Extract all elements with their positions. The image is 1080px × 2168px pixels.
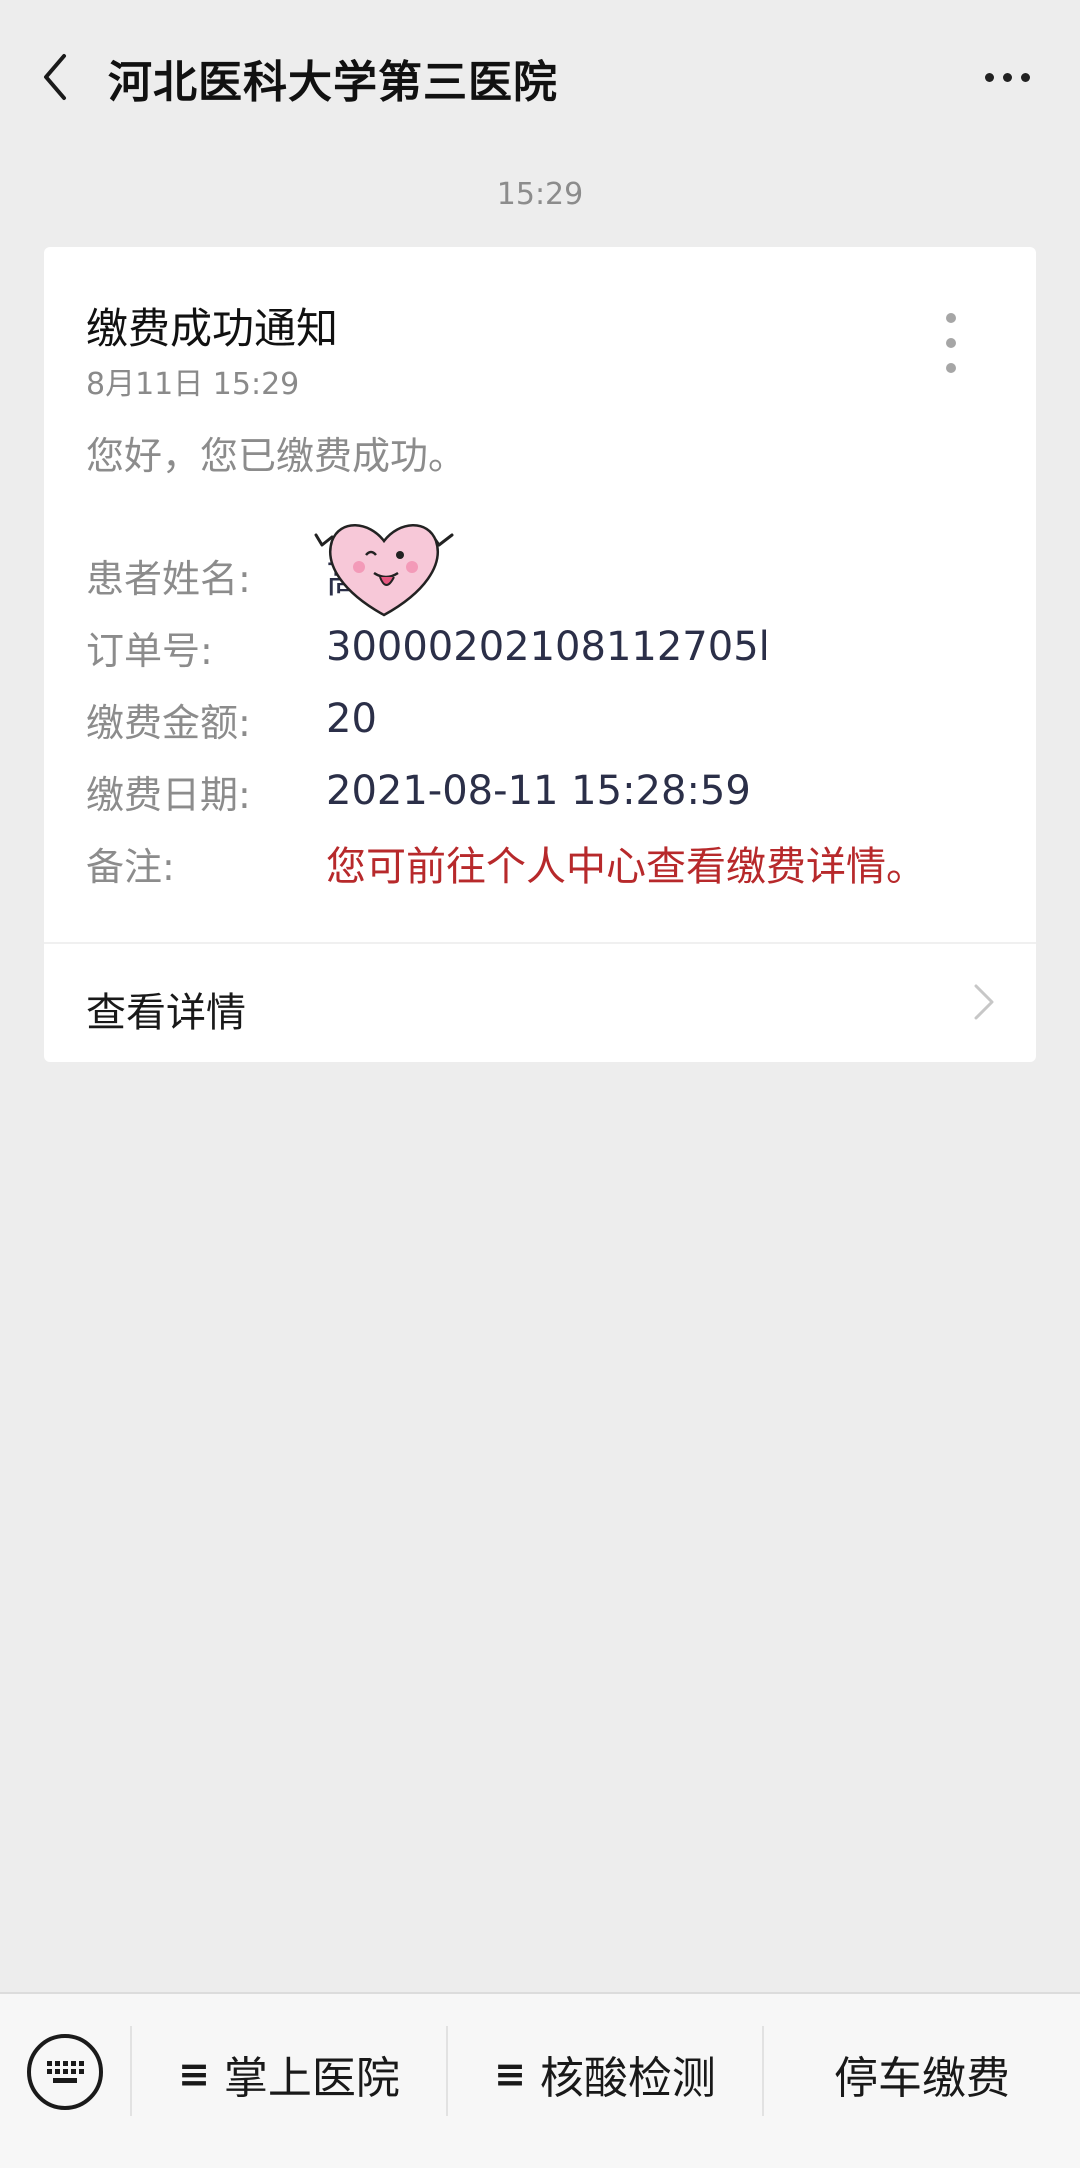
field-amount: 缴费金额: 20: [86, 691, 377, 747]
menu-item-parking-payment[interactable]: 停车缴费: [764, 2034, 1080, 2114]
more-dots-icon: [1002, 72, 1012, 82]
view-details-link[interactable]: 查看详情: [44, 944, 1036, 1062]
more-dots-icon: [984, 72, 994, 82]
field-label: 订单号:: [86, 628, 213, 673]
chat-window: 河北医科大学第三医院 15:29 缴费成功通知 8月11日 15:29 您好，您…: [0, 0, 1080, 2168]
field-label: 备注:: [86, 844, 175, 889]
menu-item-palm-hospital[interactable]: ≡ 掌上医院: [132, 2034, 446, 2114]
greeting-text: 您好，您已缴费成功。: [86, 434, 467, 478]
field-value: 20: [326, 696, 377, 742]
field-value: 2021-08-11 15:28:59: [326, 768, 751, 814]
menu-list-icon: ≡: [494, 2052, 526, 2096]
chevron-right-icon: [974, 984, 994, 1020]
header-bar: 河北医科大学第三医院: [0, 0, 1080, 150]
card-date: 8月11日 15:29: [86, 367, 300, 402]
field-label: 患者姓名:: [86, 556, 251, 601]
heart-sticker-icon: [314, 524, 454, 617]
more-button[interactable]: [972, 55, 1042, 99]
card-menu-button[interactable]: [936, 313, 966, 373]
field-label: 缴费日期:: [86, 772, 251, 817]
field-date: 缴费日期: 2021-08-11 15:28:59: [86, 763, 751, 819]
field-label: 缴费金额:: [86, 700, 251, 745]
message-timestamp: 15:29: [496, 177, 584, 212]
view-details-label: 查看详情: [86, 990, 246, 1036]
menu-item-label: 停车缴费: [834, 2053, 1010, 2104]
vertical-dots-icon: [946, 363, 956, 373]
field-value: 您可前往个人中心查看缴费详情。: [326, 844, 926, 890]
menu-item-label: 核酸检测: [539, 2053, 716, 2104]
menu-item-nucleic-test[interactable]: ≡ 核酸检测: [448, 2034, 762, 2114]
menu-list-icon: ≡: [178, 2052, 210, 2096]
page-title: 河北医科大学第三医院: [108, 57, 558, 108]
field-order-number: 订单号: 30000202108112705l: [86, 619, 770, 675]
keyboard-toggle-button[interactable]: [27, 2034, 103, 2110]
vertical-dots-icon: [946, 338, 956, 348]
notification-card: 缴费成功通知 8月11日 15:29 您好，您已缴费成功。 患者姓名: 高 飞 …: [44, 247, 1036, 1062]
field-value: 30000202108112705l: [326, 624, 770, 670]
menu-item-label: 掌上医院: [223, 2053, 400, 2104]
field-remark: 备注: 您可前往个人中心查看缴费详情。: [86, 835, 926, 891]
keyboard-icon: [47, 2061, 84, 2083]
card-title: 缴费成功通知: [86, 304, 339, 353]
vertical-dots-icon: [946, 313, 956, 323]
more-dots-icon: [1020, 72, 1030, 82]
back-button[interactable]: [30, 42, 80, 112]
chevron-left-icon: [44, 54, 66, 100]
bottom-menu-bar: ≡ 掌上医院 ≡ 核酸检测 停车缴费: [0, 1992, 1080, 2168]
